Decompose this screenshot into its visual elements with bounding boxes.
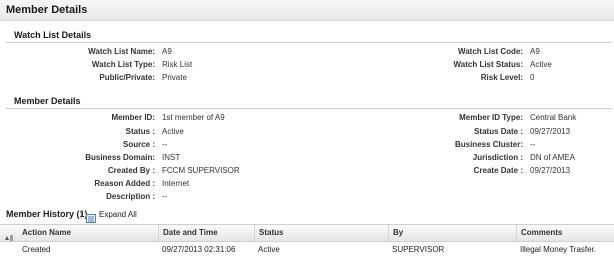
business-cluster-label: Business Cluster: xyxy=(454,140,523,149)
cell-comments: Illegal Money Trasfer. xyxy=(520,245,597,254)
col-comments[interactable]: Comments xyxy=(516,225,614,241)
member-divider xyxy=(6,108,612,109)
watch-list-divider xyxy=(6,42,612,43)
create-date-label: Create Date : xyxy=(473,166,523,175)
business-domain-label: Business Domain: xyxy=(85,153,155,162)
col-status[interactable]: Status xyxy=(254,225,388,241)
member-section-title: Member Details xyxy=(14,96,81,106)
table-row[interactable]: Created 09/27/2013 02:31:06 Active SUPER… xyxy=(0,241,614,259)
cell-status: Active xyxy=(258,245,280,254)
jurisdiction-label: Jurisdiction : xyxy=(472,153,523,162)
description-value: -- xyxy=(162,192,168,201)
watch-list-status-value: Active xyxy=(530,60,552,69)
reason-added-value: Internet xyxy=(162,179,190,188)
page-header: Member Details xyxy=(0,0,614,21)
col-date-time[interactable]: Date and Time xyxy=(158,225,254,241)
watch-list-code-label: Watch List Code: xyxy=(457,47,523,56)
public-private-value: Private xyxy=(162,73,187,82)
member-id-value: 1st member of A9 xyxy=(162,113,225,122)
page-title: Member Details xyxy=(6,4,88,16)
watch-list-section-title: Watch List Details xyxy=(14,30,92,40)
created-by-label: Created By : xyxy=(107,166,155,175)
status-date-label: Status Date : xyxy=(474,127,523,136)
watch-list-code-value: A9 xyxy=(530,47,540,56)
create-date-value: 09/27/2013 xyxy=(530,166,571,175)
description-label: Description : xyxy=(106,192,155,201)
member-history-label: Member History xyxy=(6,209,75,219)
toolbar-separator: | xyxy=(80,209,83,219)
table-header: Action Name Date and Time Status By Comm… xyxy=(0,224,614,242)
col-by[interactable]: By xyxy=(388,225,516,241)
watch-list-type-value: Risk List xyxy=(162,60,193,69)
watch-list-status-label: Watch List Status: xyxy=(453,60,523,69)
watch-list-name-value: A9 xyxy=(162,47,172,56)
cell-action-name: Created xyxy=(22,245,51,254)
watch-list-type-label: Watch List Type: xyxy=(91,60,155,69)
watch-list-name-label: Watch List Name: xyxy=(88,47,155,56)
member-status-value: Active xyxy=(162,127,184,136)
public-private-label: Public/Private: xyxy=(99,73,155,82)
member-id-label: Member ID: xyxy=(111,113,155,122)
source-value: -- xyxy=(162,140,168,149)
member-history-title: Member History (1) xyxy=(6,209,88,219)
member-id-type-label: Member ID Type: xyxy=(459,113,523,122)
col-action-name[interactable]: Action Name xyxy=(18,225,158,241)
risk-level-value: 0 xyxy=(530,73,535,82)
business-domain-value: INST xyxy=(162,153,181,162)
member-status-label: Status : xyxy=(125,127,155,136)
created-by-value: FCCM SUPERVISOR xyxy=(162,166,240,175)
jurisdiction-value: DN of AMEA xyxy=(530,153,575,162)
status-date-value: 09/27/2013 xyxy=(530,127,571,136)
cell-by: SUPERVISOR xyxy=(392,245,445,254)
member-id-type-value: Central Bank xyxy=(530,113,577,122)
expand-all-link[interactable]: Expand All xyxy=(99,210,137,219)
risk-level-label: Risk Level: xyxy=(480,73,523,82)
column-sort-icon[interactable] xyxy=(4,229,14,241)
source-label: Source : xyxy=(122,140,155,149)
reason-added-label: Reason Added : xyxy=(94,179,155,188)
cell-date-time: 09/27/2013 02:31:06 xyxy=(162,245,236,254)
expand-all-icon[interactable] xyxy=(86,210,96,223)
business-cluster-value: -- xyxy=(530,140,536,149)
